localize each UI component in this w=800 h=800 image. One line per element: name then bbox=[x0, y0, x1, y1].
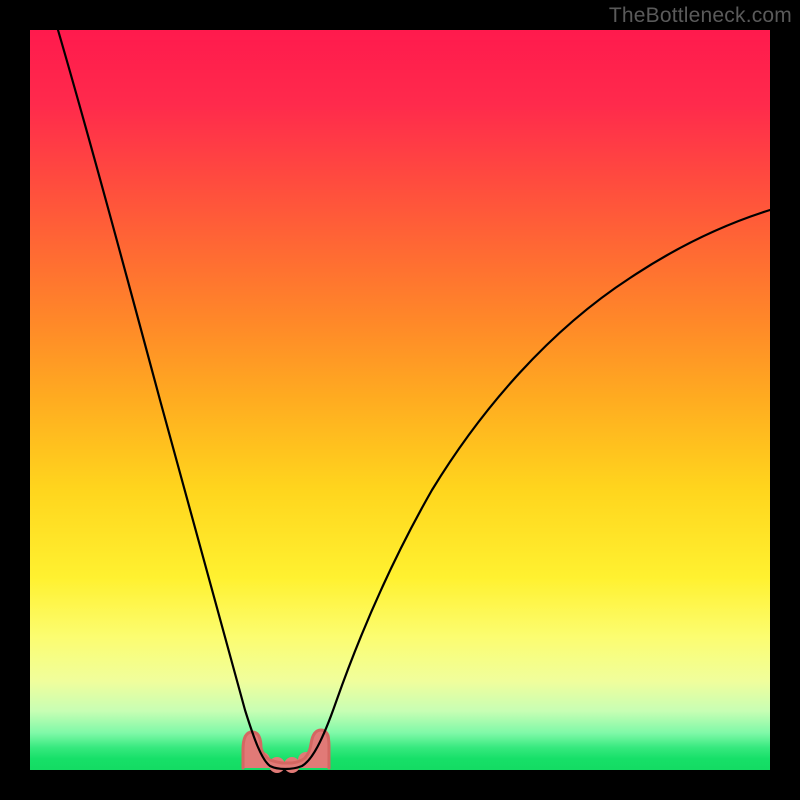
plot-svg bbox=[30, 30, 770, 770]
chart-frame bbox=[30, 30, 770, 770]
v-curve bbox=[58, 30, 770, 769]
valley-bump bbox=[243, 729, 330, 773]
watermark-text: TheBottleneck.com bbox=[609, 4, 792, 28]
